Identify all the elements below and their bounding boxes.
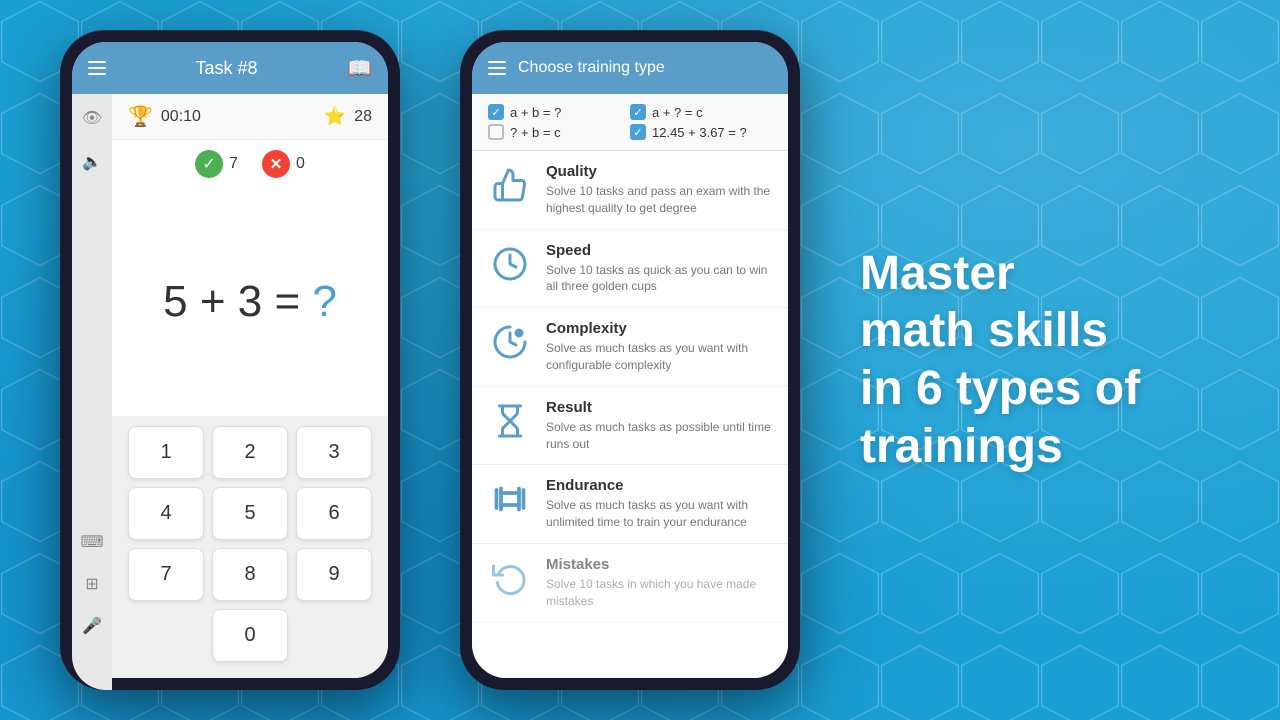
checkbox-q-plus-b[interactable]: ? + b = c — [488, 124, 630, 140]
equation-left: 5 + 3 = — [163, 277, 312, 326]
speed-text: Speed Solve 10 tasks as quick as you can… — [546, 242, 772, 296]
speaker-icon[interactable]: 🔈 — [78, 148, 106, 176]
equation-display: 5 + 3 = ? — [163, 277, 337, 327]
star-icon: ⭐ — [324, 106, 346, 127]
stats-bar: 🏆 00:10 ⭐ 28 — [112, 94, 388, 140]
score-display: 28 — [354, 108, 372, 126]
quality-desc: Solve 10 tasks and pass an exam with the… — [546, 183, 772, 217]
check-circle: ✓ — [195, 150, 223, 178]
training-speed[interactable]: Speed Solve 10 tasks as quick as you can… — [472, 230, 788, 309]
hero-line4: trainings — [860, 418, 1220, 476]
eye-icon[interactable]: 👁 — [78, 104, 106, 132]
keypad-icon[interactable]: ⌨ — [78, 528, 106, 556]
equation-area: 5 + 3 = ? — [112, 188, 388, 416]
phone2-header: Choose training type — [472, 42, 788, 94]
key-5[interactable]: 5 — [212, 487, 288, 540]
result-title: Result — [546, 399, 772, 416]
phone2-screen: Choose training type ✓ a + b = ? ✓ a + ?… — [472, 42, 788, 678]
checkbox-decimal[interactable]: ✓ 12.45 + 3.67 = ? — [630, 124, 772, 140]
checkbox-label-3: ? + b = c — [510, 125, 561, 140]
hero-line1: Master — [860, 245, 1220, 303]
quality-text: Quality Solve 10 tasks and pass an exam … — [546, 163, 772, 217]
complexity-desc: Solve as much tasks as you want with con… — [546, 340, 772, 374]
key-2[interactable]: 2 — [212, 426, 288, 479]
phone1-device: Task #8 📖 👁 🔈 ⌨ ⊞ 🎤 — [60, 30, 400, 690]
checkbox-checked-icon: ✓ — [630, 124, 646, 140]
gauge-icon — [488, 320, 532, 364]
key-1[interactable]: 1 — [128, 426, 204, 479]
answer-bar: ✓ 7 ✕ 0 — [112, 140, 388, 188]
checkbox-label-4: 12.45 + 3.67 = ? — [652, 125, 747, 140]
timer-display: 00:10 — [161, 108, 201, 126]
mistakes-desc: Solve 10 tasks in which you have made mi… — [546, 576, 772, 610]
key-0[interactable]: 0 — [212, 609, 288, 662]
checkbox-section: ✓ a + b = ? ✓ a + ? = c ? + b = c ✓ 12.4… — [472, 94, 788, 151]
hourglass-icon — [488, 399, 532, 443]
checkbox-a-plus-b[interactable]: ✓ a + b = ? — [488, 104, 630, 120]
checkbox-label-2: a + ? = c — [652, 105, 703, 120]
training-mistakes[interactable]: Mistakes Solve 10 tasks in which you hav… — [472, 544, 788, 623]
checkbox-unchecked-icon — [488, 124, 504, 140]
training-list: Quality Solve 10 tasks and pass an exam … — [472, 151, 788, 678]
mic-icon[interactable]: 🎤 — [78, 612, 106, 640]
quality-title: Quality — [546, 163, 772, 180]
mistakes-title: Mistakes — [546, 556, 772, 573]
correct-count: ✓ 7 — [195, 150, 238, 178]
key-3[interactable]: 3 — [296, 426, 372, 479]
phone1-title: Task #8 — [118, 58, 335, 79]
complexity-title: Complexity — [546, 320, 772, 337]
key-4[interactable]: 4 — [128, 487, 204, 540]
phone1-header: Task #8 📖 — [72, 42, 388, 94]
training-result[interactable]: Result Solve as much tasks as possible u… — [472, 387, 788, 466]
wrong-circle: ✕ — [262, 150, 290, 178]
table-icon[interactable]: ⊞ — [78, 570, 106, 598]
result-desc: Solve as much tasks as possible until ti… — [546, 419, 772, 453]
timer-icon — [488, 242, 532, 286]
phone2-hamburger-icon[interactable] — [488, 61, 506, 75]
endurance-desc: Solve as much tasks as you want with unl… — [546, 497, 772, 531]
wrong-count: ✕ 0 — [262, 150, 305, 178]
speed-desc: Solve 10 tasks as quick as you can to wi… — [546, 262, 772, 296]
equation-question: ? — [312, 277, 336, 326]
book-icon[interactable]: 📖 — [347, 56, 372, 81]
wrong-number: 0 — [296, 155, 305, 173]
keypad-grid: 1 2 3 4 5 6 7 8 9 0 — [128, 426, 372, 662]
result-text: Result Solve as much tasks as possible u… — [546, 399, 772, 453]
key-6[interactable]: 6 — [296, 487, 372, 540]
phone1-sidebar: 👁 🔈 ⌨ ⊞ 🎤 — [72, 94, 112, 678]
endurance-text: Endurance Solve as much tasks as you wan… — [546, 477, 772, 531]
checkbox-label-1: a + b = ? — [510, 105, 561, 120]
speed-title: Speed — [546, 242, 772, 259]
trophy-icon: 🏆 — [128, 104, 153, 129]
phone2-title: Choose training type — [518, 59, 772, 77]
key-7[interactable]: 7 — [128, 548, 204, 601]
checkbox-checked-icon: ✓ — [488, 104, 504, 120]
endurance-title: Endurance — [546, 477, 772, 494]
phone2-device: Choose training type ✓ a + b = ? ✓ a + ?… — [460, 30, 800, 690]
complexity-text: Complexity Solve as much tasks as you wa… — [546, 320, 772, 374]
training-complexity[interactable]: Complexity Solve as much tasks as you wa… — [472, 308, 788, 387]
history-icon — [488, 556, 532, 600]
phone1-screen: Task #8 📖 👁 🔈 ⌨ ⊞ 🎤 — [72, 42, 388, 678]
phone1-main: 🏆 00:10 ⭐ 28 ✓ 7 ✕ 0 — [112, 94, 388, 678]
mistakes-text: Mistakes Solve 10 tasks in which you hav… — [546, 556, 772, 610]
checkbox-a-plus-q[interactable]: ✓ a + ? = c — [630, 104, 772, 120]
hero-line2: math skills — [860, 302, 1220, 360]
correct-number: 7 — [229, 155, 238, 173]
key-9[interactable]: 9 — [296, 548, 372, 601]
hero-line3: in 6 types of — [860, 360, 1220, 418]
thumbs-up-icon — [488, 163, 532, 207]
dumbbell-icon — [488, 477, 532, 521]
hamburger-icon[interactable] — [88, 61, 106, 75]
hero-section: Master math skills in 6 types of trainin… — [860, 245, 1220, 475]
training-endurance[interactable]: Endurance Solve as much tasks as you wan… — [472, 465, 788, 544]
key-8[interactable]: 8 — [212, 548, 288, 601]
training-quality[interactable]: Quality Solve 10 tasks and pass an exam … — [472, 151, 788, 230]
keypad-area: 1 2 3 4 5 6 7 8 9 0 — [112, 416, 388, 678]
checkbox-checked-icon: ✓ — [630, 104, 646, 120]
